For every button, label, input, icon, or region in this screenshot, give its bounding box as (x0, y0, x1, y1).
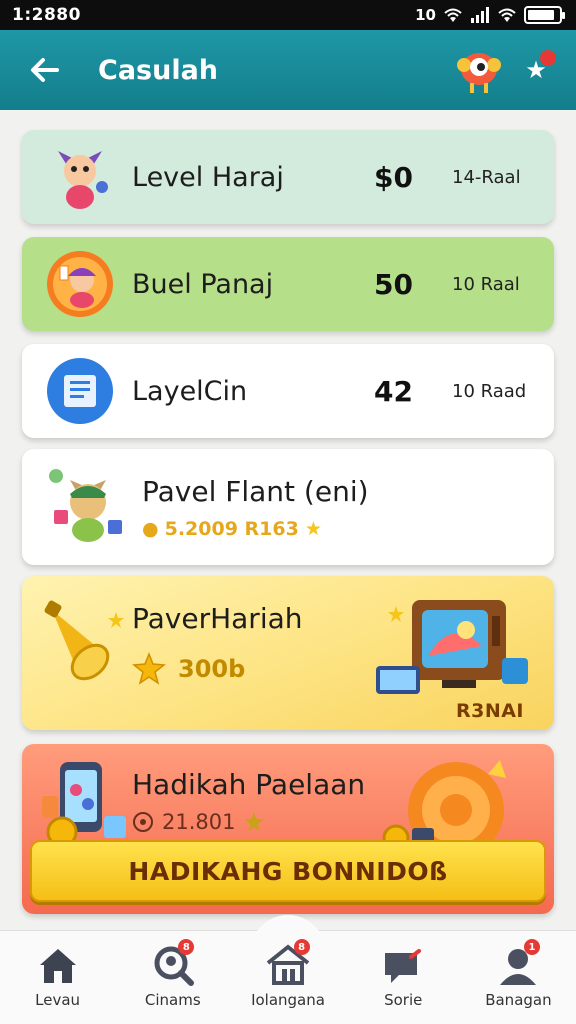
nav-label: Iolangana (251, 991, 325, 1009)
character-badge-icon (47, 251, 113, 317)
tv-prize-icon (376, 600, 528, 694)
bonus-amount-row: 21.801 (132, 810, 265, 834)
nav-tab-profile[interactable]: 1 Banagan (461, 931, 576, 1024)
reward-card[interactable]: PaverHariah 300b R3NAI (22, 576, 554, 730)
back-button[interactable] (20, 46, 68, 94)
network-label: 10 (415, 6, 436, 24)
reward-amount: 300b (178, 655, 246, 683)
bonus-title: Hadikah Paelaan (132, 768, 366, 801)
item-rate: 10 Raal (452, 273, 520, 295)
page-title: Casulah (98, 54, 219, 86)
coin-icon: ● (142, 517, 159, 540)
item-points: $0 (374, 160, 413, 194)
promo-subtitle: 5.2009 R163 (164, 517, 299, 540)
status-bar: 1:2880 10 (0, 0, 576, 30)
bonus-claim-button[interactable]: HADIKAHG BONNIDOß (30, 840, 546, 902)
promo-text: Pavel Flant (eni) ● 5.2009 R163 ★ (142, 475, 369, 540)
star-icon (244, 812, 265, 832)
star-icon: ★ (304, 517, 322, 540)
nav-tab-store[interactable]: 8 Iolangana (230, 931, 345, 1024)
reward-amount-row: 300b (132, 652, 245, 686)
document-icon (47, 358, 113, 424)
promo-title: Pavel Flant (eni) (142, 474, 369, 508)
nav-tab-search[interactable]: 8 Cinams (115, 931, 230, 1024)
item-points: 50 (374, 267, 413, 301)
arrow-left-icon (31, 58, 59, 82)
megaphone-icon (44, 600, 124, 681)
promo-subtitle-row: ● 5.2009 R163 ★ (142, 518, 369, 540)
notifications-button[interactable]: ★ (516, 50, 556, 90)
star-icon (132, 652, 166, 685)
nav-label: Sorie (384, 991, 423, 1009)
nav-badge: 8 (293, 939, 310, 955)
item-label: LayelCin (132, 375, 248, 407)
promo-card[interactable]: Pavel Flant (eni) ● 5.2009 R163 ★ (22, 449, 554, 565)
wifi-icon-secondary (498, 8, 516, 22)
bonus-amount: 21.801 (162, 810, 236, 834)
nav-badge: 1 (524, 939, 541, 955)
mascot-icon[interactable] (454, 45, 504, 95)
nav-label: Banagan (485, 991, 552, 1009)
status-time: 1:2880 (12, 5, 81, 25)
item-label: Buel Panaj (132, 268, 274, 300)
character-icon (58, 151, 108, 209)
item-rate: 14-Raal (452, 166, 521, 188)
notification-badge (540, 50, 556, 66)
list-item[interactable]: Buel Panaj 50 10 Raal (22, 237, 554, 331)
item-label: Level Haraj (132, 161, 284, 193)
item-rate: 10 Raad (452, 380, 527, 402)
wifi-icon (444, 8, 462, 22)
nav-label: Levau (35, 991, 81, 1009)
bottom-nav: Levau 8 Cinams 8 Iolangana Sorie 1 Banag… (0, 915, 576, 1024)
battery-icon (524, 6, 565, 24)
list-item[interactable]: LayelCin 42 10 Raad (22, 344, 554, 438)
item-points: 42 (374, 374, 413, 408)
nav-tab-home[interactable]: Levau (0, 931, 115, 1024)
chat-icon (385, 949, 422, 983)
nav-tab-stories[interactable]: Sorie (346, 931, 461, 1024)
coin-icon (133, 812, 153, 832)
nav-label: Cinams (144, 991, 201, 1009)
status-icons: 10 (415, 6, 565, 24)
reward-badge: R3NAI (455, 700, 524, 722)
mascot-character-icon (49, 469, 122, 542)
signal-icon (471, 7, 489, 23)
app-bar: Casulah ★ (0, 30, 576, 110)
home-icon (39, 949, 76, 983)
list-item[interactable]: Level Haraj $0 14-Raal (22, 130, 554, 224)
phone-prize-icon (42, 762, 126, 848)
content-list: Level Haraj $0 14-Raal Buel Panaj 50 10 … (0, 110, 576, 930)
reward-title: PaverHariah (132, 602, 303, 635)
bonus-card[interactable]: Hadikah Paelaan 21.801 HADIKAHG BONNIDOß (22, 744, 554, 914)
